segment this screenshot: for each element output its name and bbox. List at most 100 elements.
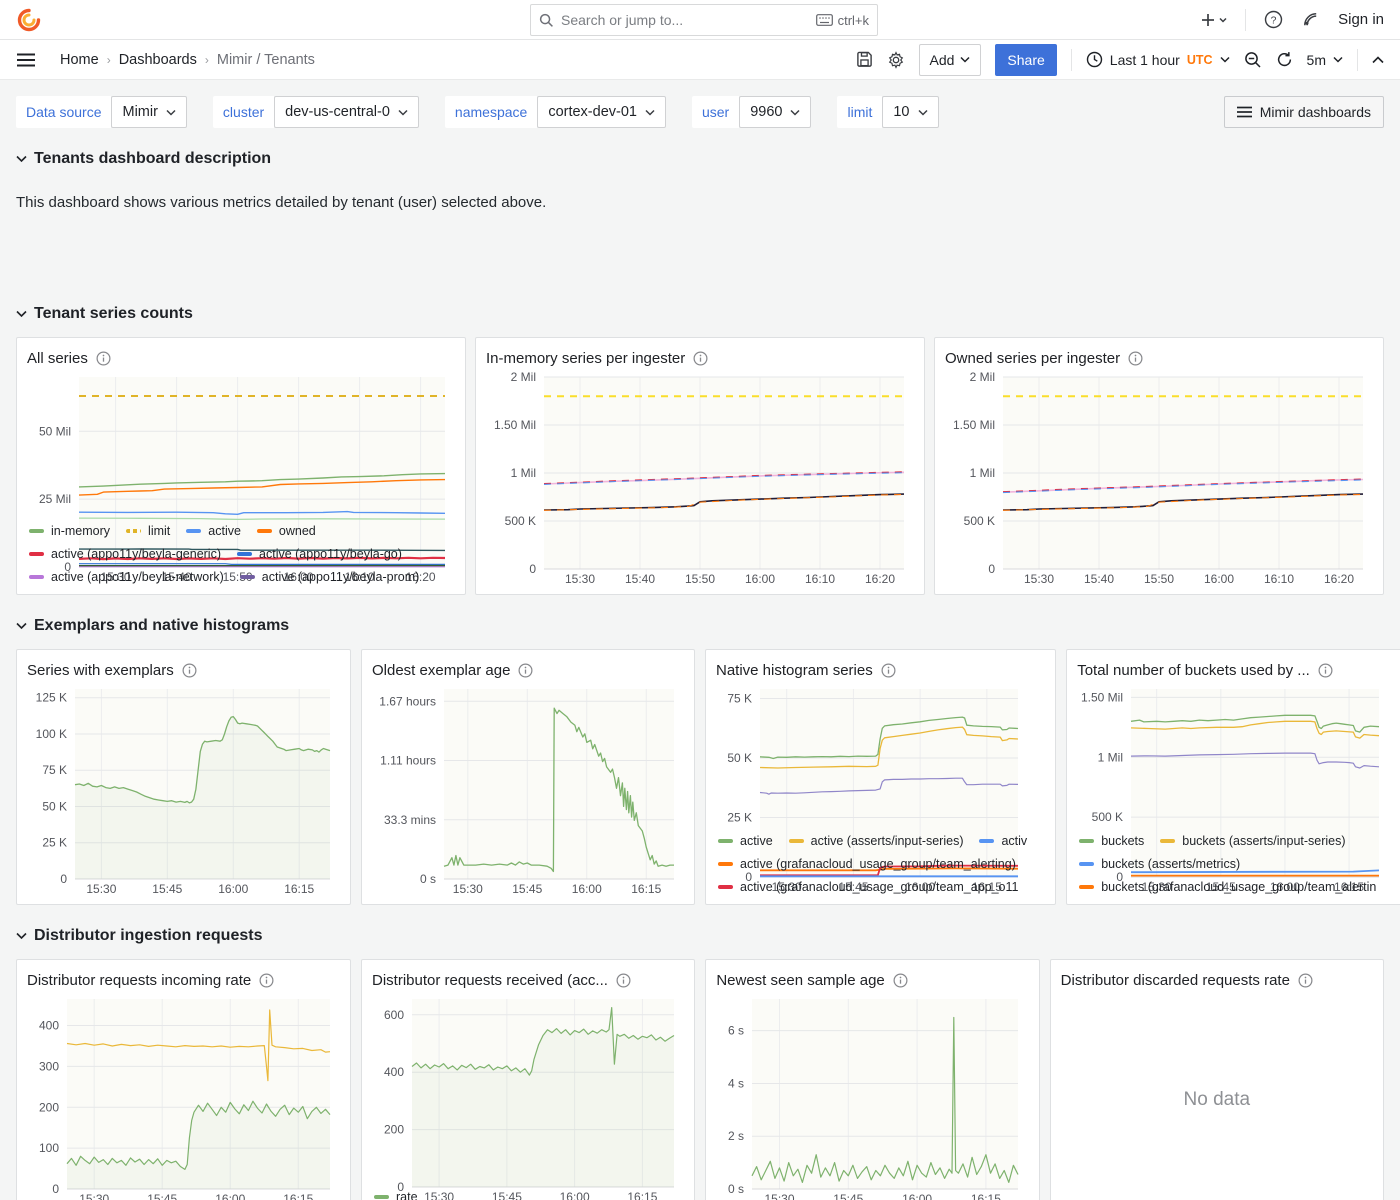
legend-item[interactable]: active (appo11y/beyla-network)	[29, 570, 224, 584]
info-icon[interactable]	[1128, 351, 1143, 366]
svg-text:1 Mil: 1 Mil	[1098, 750, 1123, 764]
dashboard-toolbar: Home › Dashboards › Mimir / Tenants Add …	[0, 40, 1400, 80]
section-header-exemplars[interactable]: Exemplars and native histograms	[16, 617, 1384, 635]
legend-item[interactable]: owned	[257, 524, 316, 538]
legend-item[interactable]: in-memory	[29, 524, 110, 538]
panel-title[interactable]: Native histogram series	[716, 662, 873, 679]
panel-header[interactable]: All series	[27, 346, 455, 370]
svg-text:1.50 Mil: 1.50 Mil	[1081, 690, 1123, 704]
legend-item[interactable]: buckets	[1079, 834, 1144, 848]
info-icon[interactable]	[518, 663, 533, 678]
panel-title[interactable]: Owned series per ingester	[945, 350, 1120, 367]
svg-text:200: 200	[39, 1100, 59, 1114]
panel-title[interactable]: All series	[27, 350, 88, 367]
legend-item[interactable]: active (asserts/input-series)	[789, 834, 964, 848]
section-header-distributor[interactable]: Distributor ingestion requests	[16, 927, 1384, 945]
collapse-toolbar-icon[interactable]	[1372, 56, 1384, 64]
grafana-logo[interactable]	[16, 7, 42, 33]
variable-select-datasource[interactable]: Mimir	[111, 96, 186, 128]
panel-title[interactable]: Total number of buckets used by ...	[1077, 662, 1310, 679]
section-header-series-counts[interactable]: Tenant series counts	[16, 305, 1384, 323]
legend-item[interactable]: active (appo11y/beyla-prom)	[240, 570, 419, 584]
info-icon[interactable]	[616, 973, 631, 988]
variable-select-limit[interactable]: 10	[882, 96, 938, 128]
dashboard-settings-icon[interactable]	[887, 51, 905, 69]
timezone-label: UTC	[1187, 53, 1213, 67]
info-icon[interactable]	[693, 351, 708, 366]
share-button[interactable]: Share	[995, 44, 1056, 76]
legend-item[interactable]: active	[718, 834, 773, 848]
refresh-icon[interactable]	[1276, 51, 1293, 68]
help-icon[interactable]: ?	[1264, 10, 1283, 29]
variable-select-cluster[interactable]: dev-us-central-0	[274, 96, 419, 128]
svg-text:500 K: 500 K	[1092, 810, 1123, 824]
panel-header[interactable]: Total number of buckets used by ...	[1077, 658, 1394, 682]
panel-header[interactable]: In-memory series per ingester	[486, 346, 914, 370]
panel-header[interactable]: Series with exemplars	[27, 658, 340, 682]
add-menu-button[interactable]	[1201, 12, 1227, 28]
chart-all-series[interactable]: 15:3015:4015:5016:0016:1016:20025 Mil50 …	[27, 370, 455, 517]
section-header-description[interactable]: Tenants dashboard description	[16, 150, 1384, 168]
chart-native-histogram-series[interactable]: 15:3015:4516:0016:15025 K50 K75 K	[716, 682, 1045, 827]
menu-toggle[interactable]	[16, 52, 36, 68]
panel-title[interactable]: In-memory series per ingester	[486, 350, 685, 367]
info-icon[interactable]	[1298, 973, 1313, 988]
panel-header[interactable]: Native histogram series	[716, 658, 1045, 682]
panel-title[interactable]: Distributor discarded requests rate	[1061, 972, 1290, 989]
news-icon[interactable]	[1301, 10, 1320, 29]
chevron-down-icon	[960, 56, 970, 63]
legend-item[interactable]: limit	[126, 524, 170, 538]
info-icon[interactable]	[259, 973, 274, 988]
chart-distributor-discarded[interactable]: No data	[1061, 992, 1373, 1200]
legend-item[interactable]: buckets (grafanacloud_usage_group/team_a…	[1079, 880, 1376, 894]
chart-distributor-incoming-rate[interactable]: 15:3015:4516:0016:150100200300400	[27, 992, 340, 1200]
mimir-dashboards-button[interactable]: Mimir dashboards	[1224, 96, 1384, 128]
breadcrumb-dashboards[interactable]: Dashboards	[119, 52, 197, 68]
variable-select-namespace[interactable]: cortex-dev-01	[537, 96, 666, 128]
legend-item[interactable]: active (appo11y/beyla-go)	[237, 547, 402, 561]
chart-oldest-exemplar-age[interactable]: 15:3015:4516:0016:150 s33.3 mins1.11 hou…	[372, 682, 684, 898]
chart-distributor-received[interactable]: 15:3015:4516:0016:150200400600	[372, 992, 684, 1183]
add-panel-button[interactable]: Add	[919, 44, 982, 76]
panel-header[interactable]: Distributor discarded requests rate	[1061, 968, 1373, 992]
panel-title[interactable]: Distributor requests received (acc...	[372, 972, 608, 989]
panel-header[interactable]: Distributor requests received (acc...	[372, 968, 684, 992]
panel-title[interactable]: Distributor requests incoming rate	[27, 972, 251, 989]
zoom-out-icon[interactable]	[1244, 51, 1262, 69]
legend-item[interactable]: active (grafanacloud_usage_group/team_al…	[718, 857, 1016, 871]
panel-header[interactable]: Oldest exemplar age	[372, 658, 684, 682]
chart-owned-per-ingester[interactable]: 15:3015:4015:5016:0016:1016:200500 K1 Mi…	[945, 370, 1373, 588]
legend-item[interactable]: rate	[374, 1190, 418, 1200]
legend-swatch	[29, 575, 44, 579]
legend-item[interactable]: buckets (asserts/input-series)	[1160, 834, 1345, 848]
search-input[interactable]: Search or jump to... ctrl+k	[530, 4, 878, 36]
chevron-down-icon	[398, 109, 408, 116]
panel-header[interactable]: Owned series per ingester	[945, 346, 1373, 370]
time-range-picker[interactable]: Last 1 hour UTC	[1086, 51, 1230, 68]
refresh-interval-picker[interactable]: 5m	[1307, 52, 1343, 68]
panel-header[interactable]: Distributor requests incoming rate	[27, 968, 340, 992]
legend-item[interactable]: active (grafanacloud_usage_group/team_ap…	[718, 880, 1018, 894]
panel-header[interactable]: Newest seen sample age	[716, 968, 1028, 992]
chart-newest-sample-age[interactable]: 15:3015:4516:0016:150 s2 s4 s6 s	[716, 992, 1028, 1200]
panel-title[interactable]: Series with exemplars	[27, 662, 174, 679]
info-icon[interactable]	[893, 973, 908, 988]
info-icon[interactable]	[96, 351, 111, 366]
breadcrumb-home[interactable]: Home	[60, 52, 99, 68]
chart-total-buckets[interactable]: 15:3015:4516:0016:150500 K1 Mil1.50 Mil	[1077, 682, 1394, 827]
panel-title[interactable]: Oldest exemplar age	[372, 662, 510, 679]
variable-select-user[interactable]: 9960	[739, 96, 811, 128]
legend-item[interactable]: active (appo11y/beyla-generic)	[29, 547, 221, 561]
svg-text:15:45: 15:45	[512, 882, 542, 896]
legend-item[interactable]: activ	[979, 834, 1027, 848]
chart-in-memory-per-ingester[interactable]: 15:3015:4015:5016:0016:1016:200500 K1 Mi…	[486, 370, 914, 588]
info-icon[interactable]	[881, 663, 896, 678]
save-dashboard-icon[interactable]	[856, 51, 873, 68]
panel-title[interactable]: Newest seen sample age	[716, 972, 884, 989]
chart-series-with-exemplars[interactable]: 15:3015:4516:0016:15025 K50 K75 K100 K12…	[27, 682, 340, 898]
sign-in-link[interactable]: Sign in	[1338, 11, 1384, 28]
legend-item[interactable]: buckets (asserts/metrics)	[1079, 857, 1240, 871]
info-icon[interactable]	[182, 663, 197, 678]
legend-item[interactable]: active	[186, 524, 241, 538]
info-icon[interactable]	[1318, 663, 1333, 678]
